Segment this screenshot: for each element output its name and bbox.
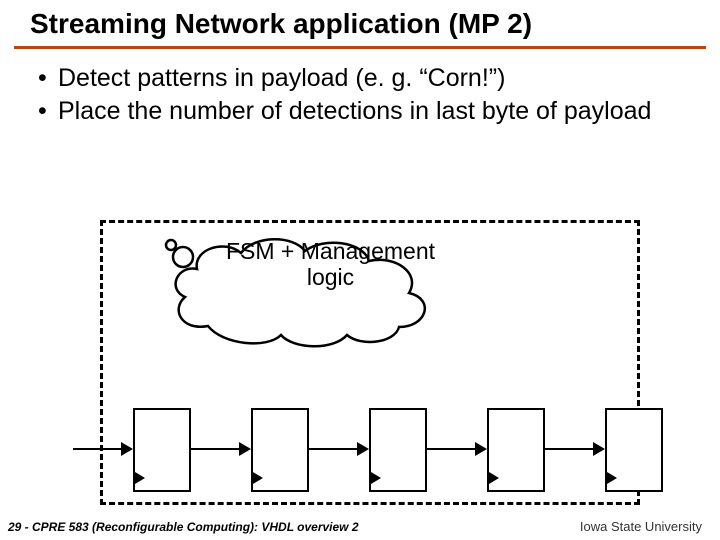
- register-row: [73, 408, 673, 498]
- wire: [427, 448, 481, 450]
- wire: [191, 448, 245, 450]
- arrowhead-icon: [357, 442, 369, 456]
- footer-right: Iowa State University: [580, 519, 702, 534]
- bullet-item: Place the number of detections in last b…: [38, 96, 696, 127]
- wire: [73, 448, 127, 450]
- footer-left: 29 - CPRE 583 (Reconfigurable Computing)…: [8, 520, 359, 534]
- bullet-list: Detect patterns in payload (e. g. “Corn!…: [0, 49, 720, 128]
- wire: [545, 448, 599, 450]
- clock-triangle-icon: [489, 472, 499, 484]
- bullet-item: Detect patterns in payload (e. g. “Corn!…: [38, 63, 696, 94]
- cloud-label: FSM + Management logic: [208, 238, 453, 291]
- arrowhead-icon: [239, 442, 251, 456]
- wire: [309, 448, 363, 450]
- register: [487, 408, 545, 492]
- arrowhead-icon: [593, 442, 605, 456]
- register: [133, 408, 191, 492]
- pipeline-diagram: FSM + Management logic: [100, 220, 640, 505]
- clock-triangle-icon: [607, 472, 617, 484]
- clock-triangle-icon: [253, 472, 263, 484]
- register: [369, 408, 427, 492]
- register: [605, 408, 663, 492]
- arrowhead-icon: [475, 442, 487, 456]
- register: [251, 408, 309, 492]
- slide-title: Streaming Network application (MP 2): [30, 8, 702, 40]
- clock-triangle-icon: [135, 472, 145, 484]
- clock-triangle-icon: [371, 472, 381, 484]
- slide: Streaming Network application (MP 2) Det…: [0, 0, 720, 540]
- title-area: Streaming Network application (MP 2): [0, 0, 720, 44]
- arrowhead-icon: [121, 442, 133, 456]
